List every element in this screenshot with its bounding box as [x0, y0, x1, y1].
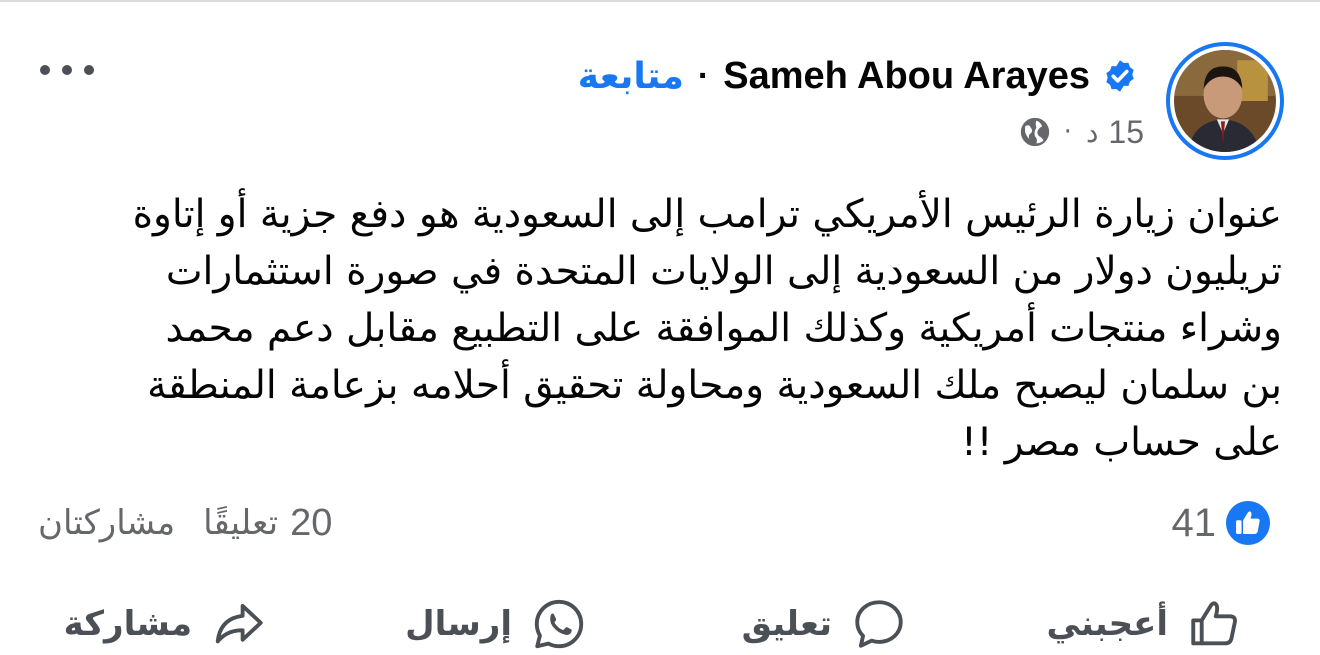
send-label: إرسال — [405, 604, 512, 644]
follow-button[interactable]: متابعة — [578, 56, 684, 97]
share-arrow-icon — [215, 603, 263, 644]
share-button[interactable]: مشاركة — [64, 594, 268, 654]
post-meta: 15 د · — [1018, 110, 1144, 154]
meta-separator: · — [1063, 117, 1072, 147]
post-text-line: على حساب مصر !! — [961, 420, 1282, 465]
post-text: عنوان زيارة الرئيس الأمريكي ترامب إلى ال… — [32, 186, 1282, 471]
author-name[interactable]: Sameh Abou Arayes — [723, 55, 1090, 98]
like-label: أعجبني — [1046, 604, 1168, 644]
like-count: 41 — [1171, 500, 1217, 545]
send-button[interactable]: إرسال — [405, 594, 588, 654]
comment-count-label[interactable]: تعليقًا — [203, 503, 278, 543]
more-options-icon[interactable] — [40, 58, 94, 82]
post-text-line: تريليون دولار من السعودية إلى الولايات ا… — [165, 249, 1282, 294]
post-text-line: وشراء منتجات أمريكية وكذلك الموافقة على … — [165, 306, 1282, 351]
whatsapp-icon — [534, 599, 584, 649]
more-dot — [84, 65, 94, 75]
name-separator: · — [697, 56, 710, 95]
comment-count[interactable]: 20 — [290, 502, 332, 545]
more-dot — [40, 65, 50, 75]
comment-bubble-icon — [855, 600, 903, 648]
like-reaction-icon — [1226, 501, 1270, 545]
action-bar: أعجبني تعليق إرسال مشاركة — [0, 594, 1320, 654]
like-button[interactable]: أعجبني — [1046, 594, 1244, 654]
comment-button[interactable]: تعليق — [742, 594, 908, 654]
facebook-post: Sameh Abou Arayes · متابعة 15 د · عنوان … — [0, 0, 1320, 655]
post-text-line: عنوان زيارة الرئيس الأمريكي ترامب إلى ال… — [132, 192, 1282, 237]
author-avatar[interactable] — [1166, 42, 1284, 160]
engagement-counts: 20 تعليقًا مشاركتان — [38, 498, 332, 548]
post-text-line: بن سلمان ليصبح ملك السعودية ومحاولة تحقي… — [147, 363, 1282, 408]
post-time-unit: د — [1085, 115, 1099, 149]
share-label: مشاركة — [63, 604, 192, 644]
more-dot — [62, 65, 72, 75]
avatar-image — [1174, 50, 1276, 152]
globe-icon — [1020, 117, 1049, 147]
post-time[interactable]: 15 — [1108, 114, 1144, 151]
author-row: Sameh Abou Arayes · متابعة — [578, 50, 1138, 102]
thumbs-up-icon — [1191, 601, 1237, 646]
share-count-label[interactable]: مشاركتان — [38, 503, 175, 543]
verified-badge-icon — [1106, 60, 1134, 92]
reactions-summary[interactable]: 41 — [1171, 498, 1270, 548]
comment-label: تعليق — [741, 604, 832, 644]
